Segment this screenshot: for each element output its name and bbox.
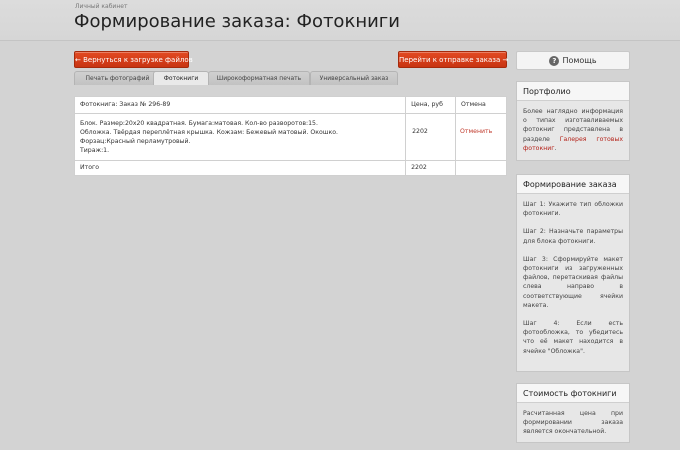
total-label: Итого	[73, 160, 407, 176]
column-header-cancel: Отмена	[455, 96, 507, 114]
help-button[interactable]: ? Помощь	[516, 51, 630, 70]
step-item: Шаг 4: Если есть фотообложка, то убедите…	[523, 320, 623, 355]
total-row: Итого 2202	[73, 160, 507, 176]
help-label: Помощь	[562, 56, 597, 65]
tab-wide-format[interactable]: Широкоформатная печать	[208, 71, 310, 85]
back-to-upload-button[interactable]: ← Вернуться к загрузке файлов	[74, 51, 193, 68]
step-item: Шаг 1: Укажите тип обложки фотокниги.	[523, 201, 623, 218]
portfolio-widget: Портфолио Более наглядно информация о ти…	[516, 81, 630, 161]
order-steps-body: Шаг 1: Укажите тип обложки фотокниги. Ша…	[517, 194, 629, 362]
order-steps-title: Формирование заказа	[517, 175, 629, 194]
order-steps-widget: Формирование заказа Шаг 1: Укажите тип о…	[516, 174, 630, 372]
item-price: 2202	[405, 113, 457, 161]
total-value: 2202	[405, 160, 457, 176]
cancel-item-link[interactable]: Отменить	[455, 113, 507, 161]
tab-universal-order[interactable]: Универсальный заказ	[310, 71, 398, 85]
column-header-price: Цена, руб	[405, 96, 457, 114]
portfolio-title: Портфолио	[517, 82, 629, 101]
page-header: Личный кабинет Формирование заказа: Фото…	[0, 0, 680, 41]
tab-photobooks[interactable]: Фотокниги	[153, 71, 209, 85]
help-icon: ?	[549, 55, 560, 66]
total-empty-cell	[455, 160, 507, 176]
book-cost-widget: Стоимость фотокниги Расчитанная цена при…	[516, 383, 630, 443]
description-line: Обложка. Твёрдая переплётная крышка. Кож…	[80, 129, 338, 136]
go-to-checkout-button[interactable]: Перейти к отправке заказа →	[398, 51, 508, 68]
step-item: Шаг 2: Назначьте параметры для блока фот…	[523, 228, 623, 245]
order-description: Блок. Размер:20х20 квадратная. Бумага:ма…	[73, 113, 407, 161]
table-row: Блок. Размер:20х20 квадратная. Бумага:ма…	[73, 113, 507, 161]
column-header-item: Фотокнига: Заказ № 296-89	[73, 96, 407, 114]
breadcrumb[interactable]: Личный кабинет	[75, 3, 127, 10]
tab-photo-print[interactable]: Печать фотографий	[74, 71, 161, 85]
portfolio-body: Более наглядно информация о типах изгота…	[517, 101, 629, 159]
description-line: Блок. Размер:20х20 квадратная. Бумага:ма…	[80, 120, 318, 127]
description-line: Тираж:1.	[80, 147, 110, 154]
step-item: Шаг 3: Сформируйте макет фотокниги из за…	[523, 255, 623, 309]
book-cost-text: Расчитанная цена при формировании заказа…	[523, 410, 623, 436]
book-cost-title: Стоимость фотокниги	[517, 384, 629, 403]
description-line: Форзац:Красный перламутровый.	[80, 138, 191, 145]
portfolio-tail: .	[554, 144, 557, 152]
order-table: Фотокнига: Заказ № 296-89 Цена, руб Отме…	[73, 96, 507, 176]
table-header-row: Фотокнига: Заказ № 296-89 Цена, руб Отме…	[73, 96, 507, 114]
page-title: Формирование заказа: Фотокниги	[74, 11, 400, 32]
